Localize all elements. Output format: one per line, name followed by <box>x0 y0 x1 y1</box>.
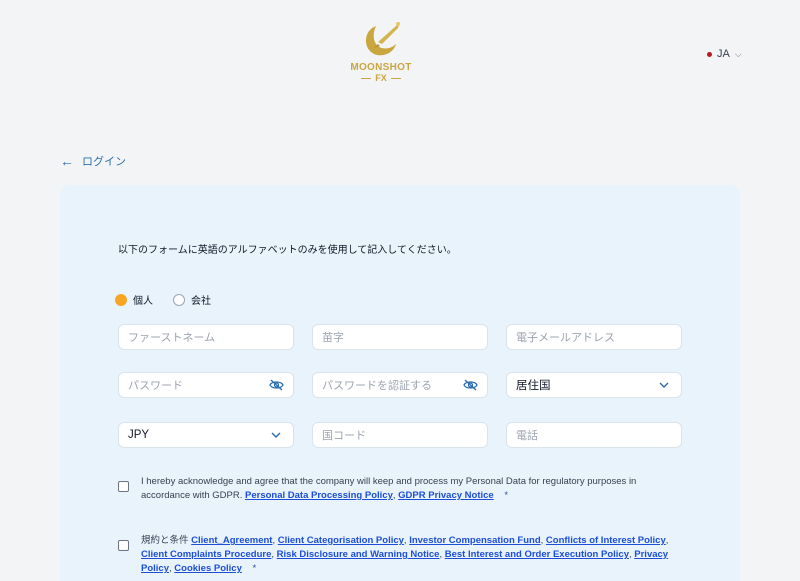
first-name-field[interactable]: ファーストネーム <box>118 324 294 350</box>
brand-logo: MOONSHOT FX <box>345 20 417 90</box>
required-mark: * <box>252 563 257 574</box>
brand-sub: FX <box>361 73 401 83</box>
required-mark: * <box>504 490 509 501</box>
personal-data-policy-link[interactable]: Personal Data Processing Policy <box>245 490 393 501</box>
radio-individual[interactable]: 個人 <box>115 292 153 307</box>
chevron-down-icon <box>268 428 284 442</box>
back-label: ログイン <box>82 156 126 168</box>
last-name-field[interactable]: 苗字 <box>312 324 488 350</box>
currency-select[interactable]: JPY <box>118 422 294 448</box>
client-categorisation-link[interactable]: Client Categorisation Policy <box>278 535 404 546</box>
gdpr-consent: I hereby acknowledge and agree that the … <box>118 475 658 503</box>
country-select[interactable]: 居住国 <box>506 372 682 398</box>
client-agreement-link[interactable]: Client_Agreement <box>191 535 272 546</box>
terms-checkbox[interactable] <box>118 540 129 551</box>
eye-off-icon[interactable] <box>268 378 284 392</box>
back-to-login-link[interactable]: ← ログイン <box>60 153 126 169</box>
moonshot-logo-icon <box>365 22 400 56</box>
best-interest-link[interactable]: Best Interest and Order Execution Policy <box>445 549 629 560</box>
chevron-down-icon: ⌵ <box>734 48 742 59</box>
form-intro: 以下のフォームに英語のアルファベットのみを使用して記入してください。 <box>118 245 457 256</box>
country-code-field[interactable]: 国コード <box>312 422 488 448</box>
cookies-policy-link[interactable]: Cookies Policy <box>174 563 242 574</box>
language-label: JA <box>717 48 730 60</box>
terms-text: 規約と条件 Client_Agreement, Client Categoris… <box>141 535 669 574</box>
radio-company[interactable]: 会社 <box>173 292 211 307</box>
account-type-selector: 個人 会社 <box>115 292 211 307</box>
risk-disclosure-link[interactable]: Risk Disclosure and Warning Notice <box>277 549 440 560</box>
gdpr-checkbox[interactable] <box>118 481 129 492</box>
eye-off-icon[interactable] <box>462 378 478 392</box>
password-field[interactable]: パスワード <box>118 372 294 398</box>
arrow-left-icon: ← <box>60 153 74 169</box>
confirm-password-field[interactable]: パスワードを認証する <box>312 372 488 398</box>
japan-flag-icon <box>707 51 712 57</box>
gdpr-privacy-notice-link[interactable]: GDPR Privacy Notice <box>398 490 494 501</box>
gdpr-text: I hereby acknowledge and agree that the … <box>141 476 637 501</box>
conflicts-of-interest-link[interactable]: Conflicts of Interest Policy <box>546 535 666 546</box>
brand-name: MOONSHOT <box>350 62 412 73</box>
client-complaints-link[interactable]: Client Complaints Procedure <box>141 549 271 560</box>
investor-compensation-link[interactable]: Investor Compensation Fund <box>409 535 540 546</box>
radio-unchecked-icon <box>173 293 185 306</box>
phone-field[interactable]: 電話 <box>506 422 682 448</box>
chevron-down-icon <box>656 378 672 392</box>
email-field[interactable]: 電子メールアドレス <box>506 324 682 350</box>
terms-consent: 規約と条件 Client_Agreement, Client Categoris… <box>118 534 678 576</box>
radio-checked-icon <box>115 293 127 306</box>
language-selector[interactable]: JA ⌵ <box>707 48 742 60</box>
